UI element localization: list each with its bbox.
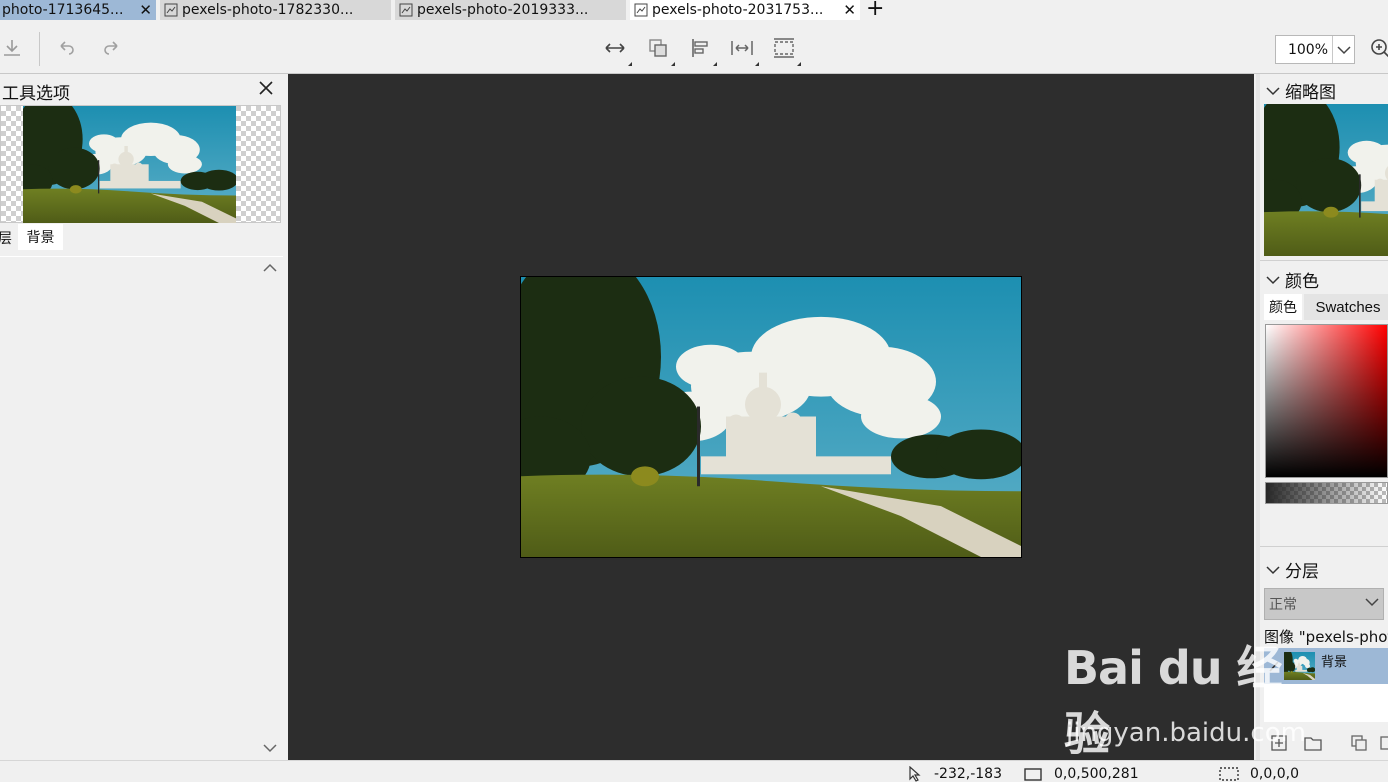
tab-background[interactable]: 背景 xyxy=(18,224,63,250)
tool-options-panel: 工具选项 层 背景 xyxy=(0,74,283,760)
image-file-icon xyxy=(399,3,413,17)
image-rect: 0,0,500,281 xyxy=(1022,766,1139,782)
chevron-up-icon[interactable] xyxy=(263,261,277,277)
close-icon[interactable]: ✕ xyxy=(139,1,152,19)
layer-tabs: 层 背景 xyxy=(0,224,283,250)
align-icon[interactable] xyxy=(688,36,717,66)
layers-title: 分层 xyxy=(1285,562,1319,582)
zoom-value: 100% xyxy=(1287,41,1328,58)
distribute-icon[interactable] xyxy=(730,36,759,66)
transform-icon[interactable] xyxy=(772,36,801,66)
color-tabs: 颜色 Swatches xyxy=(1264,294,1388,320)
close-icon[interactable]: ✕ xyxy=(843,1,856,19)
tab-label: pexels-photo-1782330... xyxy=(182,2,354,18)
toolbar-divider xyxy=(39,32,40,66)
tab-swatches[interactable]: Swatches xyxy=(1304,294,1388,320)
layer-name: 背景 xyxy=(1321,655,1348,670)
tab-layers-partial[interactable]: 层 xyxy=(0,228,12,248)
main-toolbar: 100% xyxy=(0,20,1388,74)
chevron-down-icon xyxy=(1365,598,1379,607)
paintbrush-icon xyxy=(1269,661,1279,672)
zoom-select[interactable]: 100% xyxy=(1275,35,1355,64)
selection-icon xyxy=(1219,767,1239,781)
blend-mode-value: 正常 xyxy=(1269,597,1297,613)
alpha-slider[interactable] xyxy=(1265,482,1388,504)
rectangle-icon xyxy=(1024,768,1042,781)
tab-color[interactable]: 颜色 xyxy=(1264,294,1302,320)
merge-layers-icon[interactable] xyxy=(646,36,675,66)
new-layer-icon[interactable] xyxy=(1268,732,1290,754)
image-node-label[interactable]: 图像 "pexels-phot xyxy=(1264,626,1388,648)
tab-label: pexels-photo-2019333... xyxy=(417,2,589,18)
document-tab-1[interactable]: photo-1713645... ✕ xyxy=(0,0,156,20)
undo-icon[interactable] xyxy=(54,36,78,60)
chevron-down-icon[interactable] xyxy=(263,741,277,757)
image-rect-value: 0,0,500,281 xyxy=(1054,766,1139,782)
section-divider xyxy=(1260,260,1388,261)
color-title: 颜色 xyxy=(1285,272,1319,292)
chevron-down-icon[interactable] xyxy=(1332,36,1354,63)
layer-properties-icon[interactable] xyxy=(1374,732,1388,754)
chevron-down-icon xyxy=(1266,565,1280,574)
chevron-down-icon xyxy=(1266,275,1280,284)
thumbnail-image[interactable] xyxy=(1264,104,1388,256)
selection-value: 0,0,0,0 xyxy=(1250,766,1299,782)
flip-horizontal-icon[interactable] xyxy=(603,36,632,66)
image-file-icon xyxy=(634,3,648,17)
color-picker-field[interactable] xyxy=(1265,324,1388,478)
document-tab-3[interactable]: pexels-photo-2019333... xyxy=(395,0,626,20)
thumbnail-title: 缩略图 xyxy=(1285,83,1336,103)
layers-header[interactable]: 分层 xyxy=(1266,557,1319,582)
pointer-icon xyxy=(909,766,921,782)
cursor-coords: -232,-183 xyxy=(934,766,1002,782)
image-file-icon xyxy=(164,3,178,17)
right-dock: 缩略图 颜色 颜色 Swatches 分层 正常 图像 "pexels-phot… xyxy=(1256,74,1388,760)
layer-preview-image xyxy=(23,106,236,223)
close-icon[interactable] xyxy=(258,80,274,100)
save-icon[interactable] xyxy=(0,36,24,60)
selection-rect: 0,0,0,0 xyxy=(1218,766,1299,782)
new-group-icon[interactable] xyxy=(1302,732,1324,754)
options-list[interactable] xyxy=(0,256,283,760)
document-tab-4[interactable]: pexels-photo-2031753... ✕ xyxy=(630,0,860,20)
zoom-in-icon[interactable] xyxy=(1368,36,1388,60)
layer-row[interactable]: 背景 xyxy=(1264,648,1388,684)
cursor-position: -232,-183 xyxy=(908,766,1002,782)
redo-icon[interactable] xyxy=(100,36,124,60)
tab-label: photo-1713645... xyxy=(2,2,124,18)
panel-title: 工具选项 xyxy=(2,84,70,104)
document-tab-2[interactable]: pexels-photo-1782330... xyxy=(160,0,391,20)
document-tab-bar: photo-1713645... ✕ pexels-photo-1782330.… xyxy=(0,0,1388,20)
chevron-down-icon xyxy=(1266,86,1280,95)
section-divider xyxy=(1260,546,1388,547)
layers-list[interactable]: 背景 xyxy=(1264,648,1388,722)
document-image[interactable] xyxy=(520,276,1022,558)
blend-mode-select[interactable]: 正常 xyxy=(1264,588,1384,620)
thumbnail-header[interactable]: 缩略图 xyxy=(1266,78,1336,103)
layer-thumbnail xyxy=(1284,652,1315,680)
status-bar: -232,-183 0,0,500,281 0,0,0,0 xyxy=(0,760,1388,782)
new-tab-plus-icon[interactable]: + xyxy=(866,0,884,20)
duplicate-layer-icon[interactable] xyxy=(1348,732,1370,754)
tab-label: pexels-photo-2031753... xyxy=(652,2,824,18)
image-canvas[interactable] xyxy=(288,74,1254,760)
layer-preview-area xyxy=(0,105,281,223)
color-header[interactable]: 颜色 xyxy=(1266,267,1319,292)
